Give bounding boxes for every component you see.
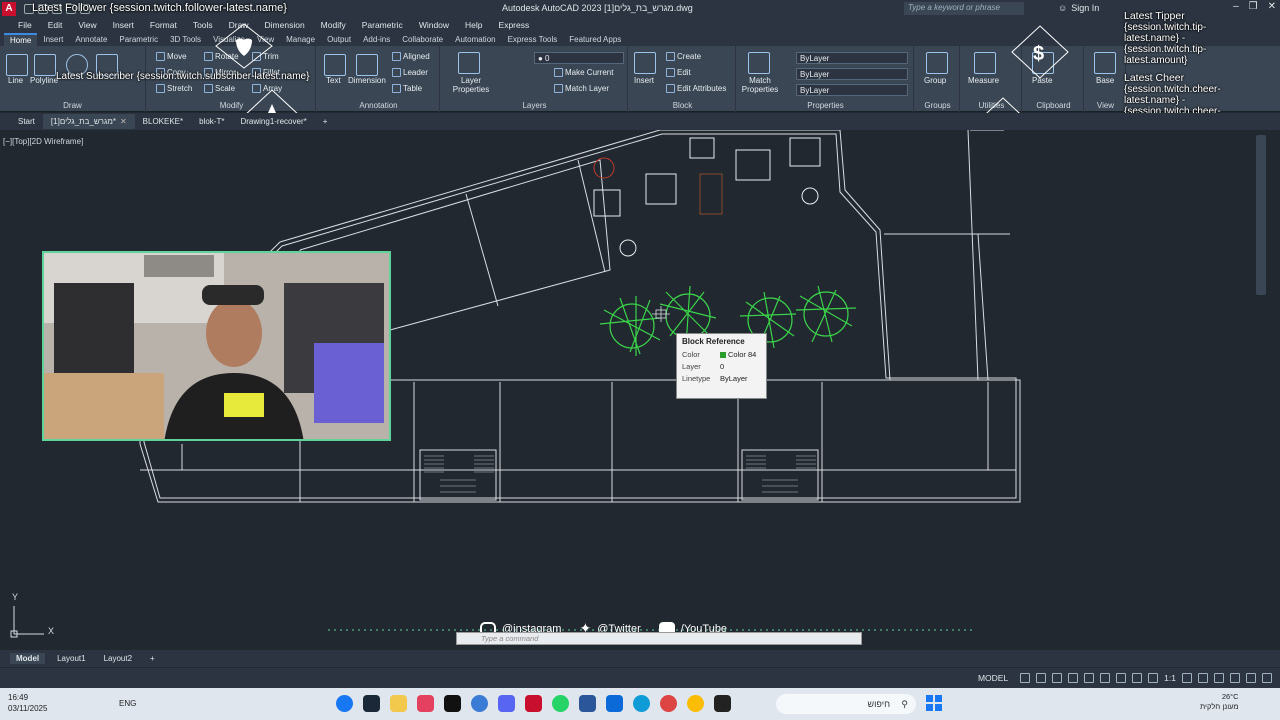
tab-layout1[interactable]: Layout1	[51, 653, 91, 664]
document-tabs: Start מגרש_בת_גלים[1]* ✕ BLOKEKE* blok-T…	[0, 113, 1280, 130]
facebook-icon[interactable]	[336, 695, 353, 712]
taskbar-search-label: חיפוש	[867, 699, 890, 709]
calculator-icon[interactable]	[579, 695, 596, 712]
tooltip-value: Color 84	[720, 350, 756, 359]
tooltip-value: ByLayer	[720, 374, 748, 383]
svg-text:X: X	[48, 626, 54, 636]
weather-widget[interactable]: 26°C מעונן חלקית	[1200, 692, 1239, 712]
tab-model[interactable]: Model	[10, 653, 46, 664]
svg-text:Y: Y	[12, 592, 18, 602]
edge-icon[interactable]	[633, 695, 650, 712]
doc-tab-start[interactable]: Start	[10, 114, 43, 129]
clock-date: 03/11/2025	[8, 704, 48, 713]
plus-icon[interactable]	[1198, 673, 1208, 683]
hardware-acceleration-icon[interactable]	[1230, 673, 1240, 683]
discord-icon[interactable]	[498, 695, 515, 712]
webcam-overlay	[42, 251, 391, 441]
search-icon: ⚲	[901, 698, 908, 709]
vertical-scrollbar[interactable]	[1256, 135, 1266, 295]
doc-tab-blokeke[interactable]: BLOKEKE*	[135, 114, 191, 129]
windows-taskbar: 16:49 03/11/2025 ENG חיפוש ⚲ 26°C מעונן …	[0, 688, 1280, 720]
clean-screen-icon[interactable]	[1246, 673, 1256, 683]
tooltip-row: Linetype ByLayer	[682, 374, 761, 383]
tab-layout2[interactable]: Layout2	[98, 653, 138, 664]
grid-icon[interactable]	[1020, 673, 1031, 683]
color-swatch-icon	[720, 352, 726, 359]
tooltip-value: 0	[720, 362, 725, 371]
customization-icon[interactable]	[1262, 673, 1272, 683]
gear-icon[interactable]	[1182, 673, 1192, 683]
viewport-controls[interactable]: [−][Top][2D Wireframe]	[3, 137, 83, 146]
whatsapp-icon[interactable]	[552, 695, 569, 712]
auto-scale-icon[interactable]	[1148, 673, 1159, 683]
autocad-window: A Autodesk AutoCAD 2023 מגרש_בת_גלים[1].…	[0, 0, 1280, 720]
weather-desc: מעונן חלקית	[1200, 702, 1239, 711]
autocad-taskbar-icon[interactable]	[525, 695, 542, 712]
polar-icon[interactable]	[1068, 673, 1079, 683]
chrome-icon[interactable]	[687, 695, 704, 712]
tooltip-row: Color Color 84	[682, 350, 761, 359]
dollar-icon: $	[1033, 43, 1044, 65]
heart-icon	[236, 38, 252, 56]
tiktok-icon[interactable]	[444, 695, 461, 712]
terminal-icon[interactable]	[714, 695, 731, 712]
ucs-icon	[10, 606, 44, 638]
doc-tab-active-label: מגרש_בת_גלים[1]*	[50, 117, 116, 126]
layout-tabs: Model Layout1 Layout2 +	[0, 650, 1280, 667]
obs-icon[interactable]	[660, 695, 677, 712]
tooltip-key: Color	[682, 350, 700, 359]
doc-tab-blok-t[interactable]: blok-T*	[191, 114, 232, 129]
block-reference-tooltip: Block Reference Color Color 84 Layer 0 L…	[676, 333, 767, 399]
taskbar-apps	[336, 695, 731, 712]
windows-start-icon[interactable]	[926, 695, 942, 711]
tooltip-row: Layer 0	[682, 362, 761, 371]
doc-tab-active-drawing[interactable]: מגרש_בת_גלים[1]* ✕	[42, 114, 135, 129]
clock-time: 16:49	[8, 693, 29, 702]
command-line-input[interactable]: Type a command	[456, 632, 862, 645]
add-layout-icon[interactable]: +	[144, 653, 161, 664]
store-icon[interactable]	[606, 695, 623, 712]
osnap-icon[interactable]	[1084, 673, 1095, 683]
language-indicator[interactable]: ENG	[119, 699, 136, 708]
steam-icon[interactable]	[363, 695, 380, 712]
tooltip-color-value: Color 84	[728, 350, 757, 359]
weather-temp: 26°C	[1221, 692, 1239, 701]
tooltip-key: Layer	[682, 362, 701, 371]
model-space-toggle[interactable]: MODEL	[978, 673, 1008, 683]
file-explorer-icon[interactable]	[390, 695, 407, 712]
ortho-icon[interactable]	[1052, 673, 1063, 683]
tiktok-app-icon[interactable]	[417, 695, 434, 712]
snap-icon[interactable]	[1036, 673, 1047, 683]
webcam-feed-image	[44, 253, 389, 439]
annotation-scale[interactable]: 1:1	[1164, 673, 1176, 683]
doc-tab-drawing1-recover[interactable]: Drawing1-recover*	[232, 114, 314, 129]
tooltip-key: Linetype	[682, 374, 711, 383]
selection-cycling-icon[interactable]	[1116, 673, 1127, 683]
status-bar: MODEL 1:1	[0, 668, 1280, 688]
isolate-objects-icon[interactable]	[1214, 673, 1224, 683]
lineweight-icon[interactable]	[1100, 673, 1111, 683]
tooltip-title: Block Reference	[682, 337, 745, 346]
settings-app-icon[interactable]	[471, 695, 488, 712]
taskbar-search[interactable]: חיפוש ⚲	[776, 694, 916, 714]
taskbar-clock[interactable]: 16:49 03/11/2025	[8, 692, 47, 714]
annotation-visibility-icon[interactable]	[1132, 673, 1143, 683]
new-tab-plus-icon[interactable]: +	[315, 114, 336, 129]
close-tab-icon[interactable]: ✕	[120, 117, 127, 126]
